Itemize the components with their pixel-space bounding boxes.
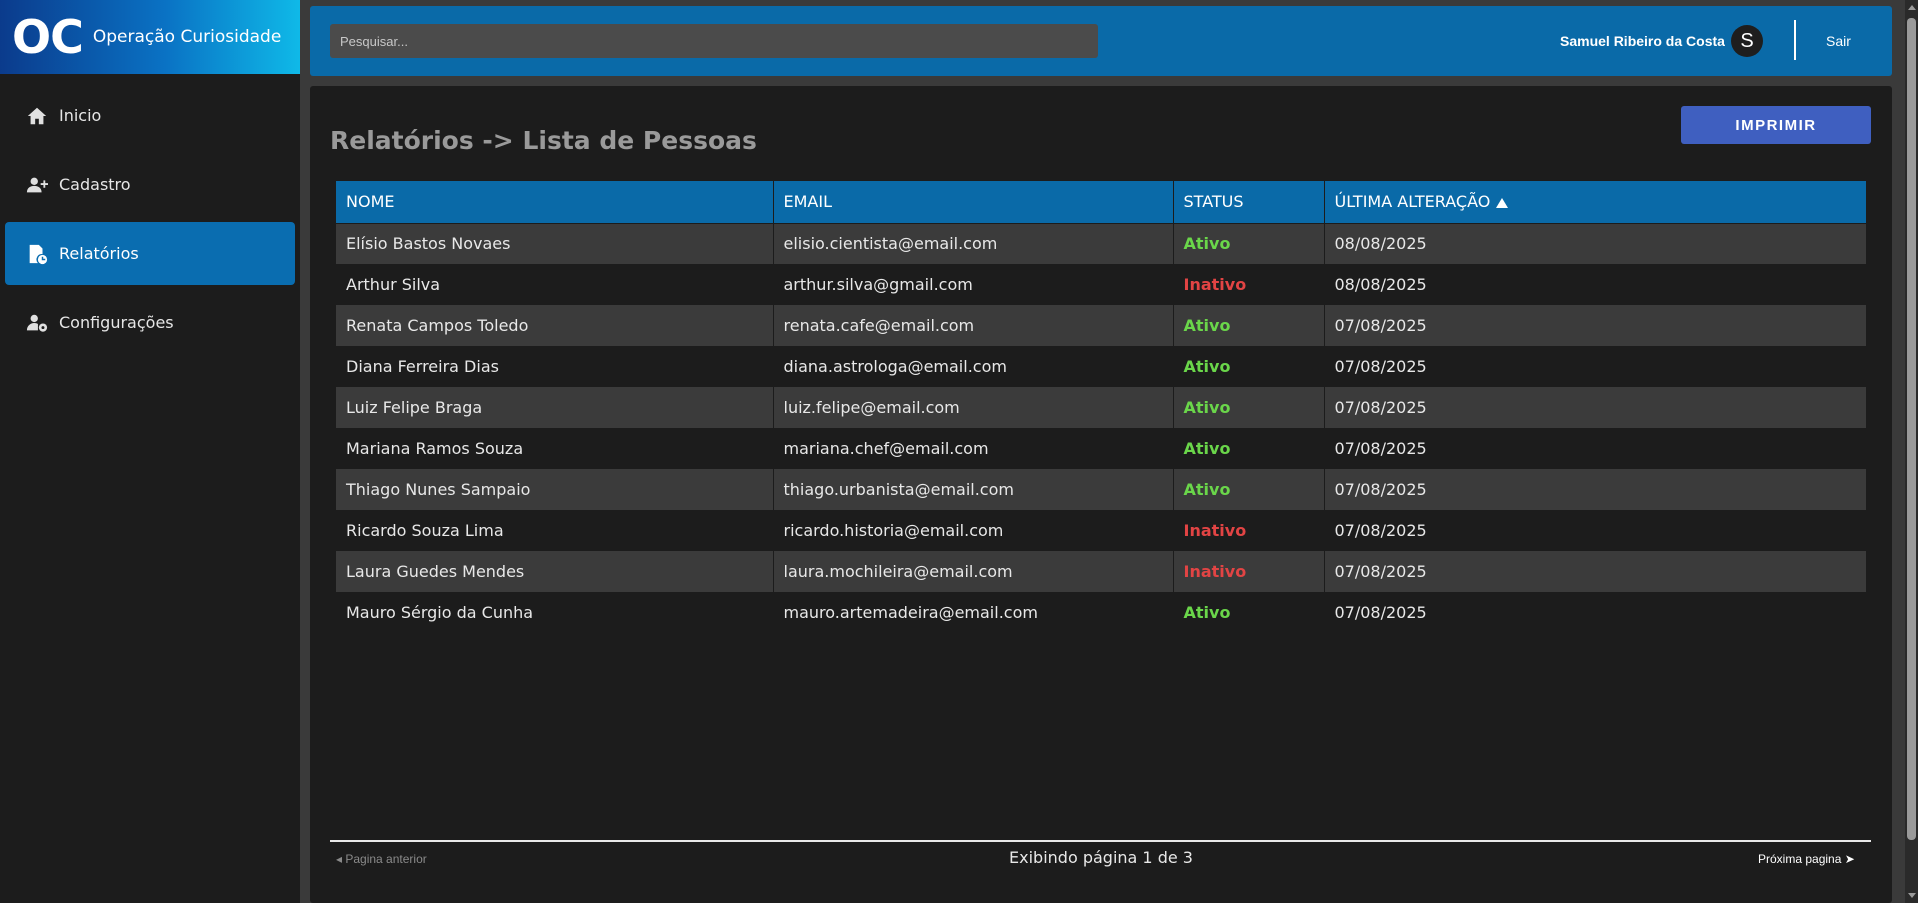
sidebar: OC Operação Curiosidade Inicio Cadastro … xyxy=(0,0,300,903)
brand-name: Operação Curiosidade xyxy=(92,27,282,47)
table-row[interactable]: Diana Ferreira Dias diana.astrologa@email… xyxy=(336,346,1866,387)
cell-status: Ativo xyxy=(1173,428,1325,469)
cell-nome: Thiago Nunes Sampaio xyxy=(336,469,774,510)
pagination-divider xyxy=(330,840,1871,842)
cell-nome: Mauro Sérgio da Cunha xyxy=(336,592,774,633)
page-title: Relatórios -> Lista de Pessoas xyxy=(330,126,757,155)
home-icon xyxy=(25,104,49,128)
cell-status: Ativo xyxy=(1173,305,1325,346)
cell-ultima-alteracao: 07/08/2025 xyxy=(1324,510,1866,551)
scrollbar[interactable] xyxy=(1905,0,1918,903)
main-content: Relatórios -> Lista de Pessoas IMPRIMIR … xyxy=(310,86,1892,903)
cell-status: Ativo xyxy=(1173,222,1325,264)
cell-email: diana.astrologa@email.com xyxy=(773,346,1174,387)
cell-status: Ativo xyxy=(1173,469,1325,510)
cell-email: laura.mochileira@email.com xyxy=(773,551,1174,592)
cell-email: mauro.artemadeira@email.com xyxy=(773,592,1174,633)
cell-nome: Ricardo Souza Lima xyxy=(336,510,774,551)
cell-ultima-alteracao: 07/08/2025 xyxy=(1324,346,1866,387)
scroll-up-icon[interactable] xyxy=(1908,5,1916,10)
cell-status: Ativo xyxy=(1173,346,1325,387)
cell-ultima-alteracao: 07/08/2025 xyxy=(1324,387,1866,428)
column-header-label: ÚLTIMA ALTERAÇÃO xyxy=(1334,191,1491,211)
cell-status: Inativo xyxy=(1173,551,1325,592)
sidebar-item-label: Relatórios xyxy=(59,244,139,263)
table-header-row: NOME EMAIL STATUS ÚLTIMA ALTERAÇÃO xyxy=(336,181,1866,223)
cell-ultima-alteracao: 07/08/2025 xyxy=(1324,592,1866,633)
cell-status: Ativo xyxy=(1173,387,1325,428)
sidebar-nav: Inicio Cadastro Relatórios Configurações xyxy=(0,74,300,358)
cell-nome: Diana Ferreira Dias xyxy=(336,346,774,387)
logout-button[interactable]: Sair xyxy=(1826,33,1851,49)
sidebar-item-inicio[interactable]: Inicio xyxy=(5,84,295,147)
search-input[interactable] xyxy=(330,24,1098,58)
top-header: Samuel Ribeiro da Costa S Sair xyxy=(310,6,1892,76)
user-settings-icon xyxy=(25,311,49,335)
table-row[interactable]: Ricardo Souza Lima ricardo.historia@email… xyxy=(336,510,1866,551)
table-row[interactable]: Luiz Felipe Braga luiz.felipe@email.com At… xyxy=(336,387,1866,428)
table-row[interactable]: Laura Guedes Mendes laura.mochileira@emai… xyxy=(336,551,1866,592)
column-header-status[interactable]: STATUS xyxy=(1173,181,1325,223)
cell-nome: Renata Campos Toledo xyxy=(336,305,774,346)
table-row[interactable]: Renata Campos Toledo renata.cafe@email.co… xyxy=(336,305,1866,346)
people-table: NOME EMAIL STATUS ÚLTIMA ALTERAÇÃO Elísi… xyxy=(336,181,1866,633)
cell-status: Ativo xyxy=(1173,592,1325,633)
cell-status: Inativo xyxy=(1173,510,1325,551)
cell-nome: Mariana Ramos Souza xyxy=(336,428,774,469)
cell-ultima-alteracao: 07/08/2025 xyxy=(1324,551,1866,592)
cell-email: luiz.felipe@email.com xyxy=(773,387,1174,428)
table-row[interactable]: Mauro Sérgio da Cunha mauro.artemadeira@e… xyxy=(336,592,1866,633)
add-user-icon xyxy=(25,173,49,197)
cell-ultima-alteracao: 08/08/2025 xyxy=(1324,264,1866,305)
cell-email: mariana.chef@email.com xyxy=(773,428,1174,469)
brand-logo: OC xyxy=(12,10,84,64)
sidebar-item-label: Inicio xyxy=(59,106,102,125)
sidebar-item-relatorios[interactable]: Relatórios xyxy=(5,222,295,285)
table-row[interactable]: Thiago Nunes Sampaio thiago.urbanista@ema… xyxy=(336,469,1866,510)
cell-email: thiago.urbanista@email.com xyxy=(773,469,1174,510)
cell-email: ricardo.historia@email.com xyxy=(773,510,1174,551)
cell-nome: Arthur Silva xyxy=(336,264,774,305)
sidebar-item-cadastro[interactable]: Cadastro xyxy=(5,153,295,216)
cell-email: renata.cafe@email.com xyxy=(773,305,1174,346)
cell-ultima-alteracao: 08/08/2025 xyxy=(1324,222,1866,264)
cell-nome: Luiz Felipe Braga xyxy=(336,387,774,428)
table-row[interactable]: Elísio Bastos Novaes elisio.cientista@ema… xyxy=(336,222,1866,264)
sidebar-item-configuracoes[interactable]: Configurações xyxy=(5,291,295,354)
cell-nome: Elísio Bastos Novaes xyxy=(336,222,774,264)
table-row[interactable]: Mariana Ramos Souza mariana.chef@email.co… xyxy=(336,428,1866,469)
cell-email: elisio.cientista@email.com xyxy=(773,222,1174,264)
scroll-thumb[interactable] xyxy=(1907,18,1916,840)
column-header-ultima-alteracao[interactable]: ÚLTIMA ALTERAÇÃO xyxy=(1324,181,1866,223)
cell-status: Inativo xyxy=(1173,264,1325,305)
header-divider xyxy=(1794,20,1796,60)
column-header-email[interactable]: EMAIL xyxy=(773,181,1174,223)
cell-ultima-alteracao: 07/08/2025 xyxy=(1324,428,1866,469)
avatar[interactable]: S xyxy=(1731,25,1763,57)
print-button[interactable]: IMPRIMIR xyxy=(1681,106,1871,144)
user-name: Samuel Ribeiro da Costa xyxy=(1560,33,1725,49)
sidebar-item-label: Cadastro xyxy=(59,175,131,194)
cell-email: arthur.silva@gmail.com xyxy=(773,264,1174,305)
table-row[interactable]: Arthur Silva arthur.silva@gmail.com Inativ… xyxy=(336,264,1866,305)
cell-ultima-alteracao: 07/08/2025 xyxy=(1324,469,1866,510)
sidebar-item-label: Configurações xyxy=(59,313,174,332)
scroll-down-icon[interactable] xyxy=(1908,893,1916,898)
report-icon xyxy=(25,242,49,266)
sort-ascending-icon xyxy=(1496,193,1509,212)
cell-nome: Laura Guedes Mendes xyxy=(336,551,774,592)
page-info: Exibindo página 1 de 3 xyxy=(1009,848,1193,867)
brand[interactable]: OC Operação Curiosidade xyxy=(0,0,300,74)
column-header-nome[interactable]: NOME xyxy=(336,181,774,223)
next-page-button[interactable]: Próxima pagina ➤ xyxy=(1758,852,1855,866)
cell-ultima-alteracao: 07/08/2025 xyxy=(1324,305,1866,346)
